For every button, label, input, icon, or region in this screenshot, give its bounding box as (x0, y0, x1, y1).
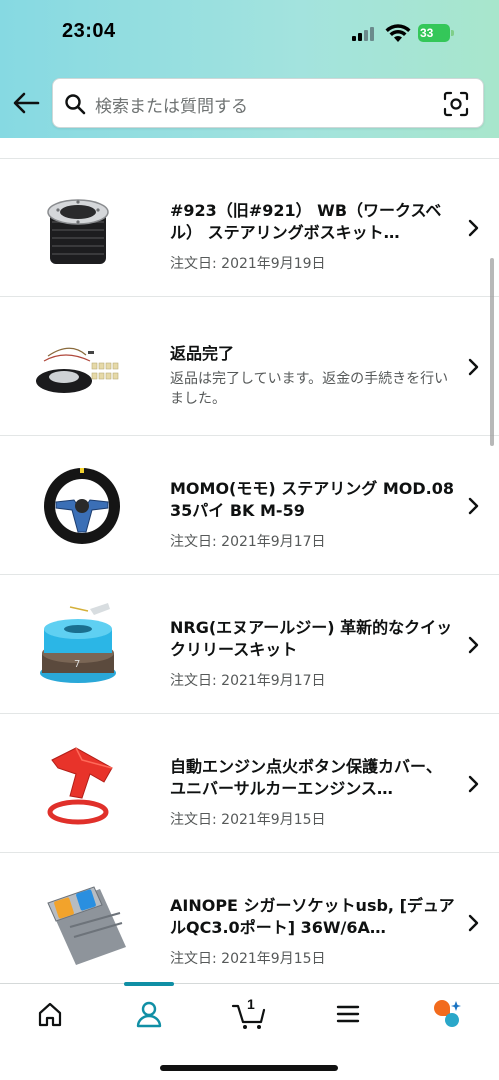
rufus-assistant-icon[interactable] (428, 998, 468, 1030)
home-icon[interactable] (30, 998, 70, 1030)
chevron-right-icon (468, 219, 479, 237)
product-thumbnail (36, 347, 119, 393)
order-item[interactable]: 7 NRG(エヌアールジー) 革新的なクイックリリースキット 注文日: 2021… (0, 575, 499, 714)
order-item[interactable]: AINOPE シガーソケットusb, [デュアルQC3.0ポート] 36W/6A… (0, 853, 499, 983)
order-title: #923（旧#921） WB（ワークスベル） ステアリングボスキット… (170, 201, 442, 242)
header: 23:04 33 検索または質問する (0, 0, 499, 138)
chevron-right-icon (468, 775, 479, 793)
product-thumbnail (47, 747, 113, 825)
wifi-icon (385, 24, 411, 42)
order-list: #923（旧#921） WB（ワークスベル） ステアリングボスキット… 注文日:… (0, 138, 499, 983)
chevron-right-icon (468, 358, 479, 376)
home-indicator (160, 1065, 338, 1071)
order-date: 注文日: 2021年9月19日 (170, 256, 326, 272)
battery-icon: 33 (418, 24, 454, 42)
svg-text:7: 7 (74, 659, 80, 670)
order-title: 返品完了 (170, 344, 235, 363)
menu-icon[interactable] (328, 998, 368, 1030)
camera-scan-icon[interactable] (443, 91, 469, 117)
order-date: 注文日: 2021年9月17日 (170, 673, 326, 689)
product-thumbnail (47, 199, 109, 264)
back-arrow-icon[interactable] (10, 88, 42, 118)
order-item[interactable]: MOMO(モモ) ステアリング MOD.08 35パイ BK M-59 注文日:… (0, 436, 499, 575)
active-tab-indicator (124, 982, 174, 986)
order-title: NRG(エヌアールジー) 革新的なクイックリリースキット (170, 618, 453, 659)
product-thumbnail (44, 468, 120, 544)
product-thumbnail: 7 (40, 603, 116, 683)
order-item[interactable]: #923（旧#921） WB（ワークスベル） ステアリングボスキット… 注文日:… (0, 158, 499, 297)
status-time: 23:04 (62, 20, 116, 42)
account-icon[interactable] (129, 998, 169, 1030)
chevron-right-icon (468, 914, 479, 932)
order-date: 注文日: 2021年9月15日 (170, 951, 326, 967)
order-date: 注文日: 2021年9月15日 (170, 812, 326, 828)
order-date: 注文日: 2021年9月17日 (170, 534, 326, 550)
cart-button[interactable]: 1 (229, 996, 269, 1030)
bottom-nav: 1 (0, 982, 499, 1080)
scrollbar[interactable] (490, 258, 494, 446)
chevron-right-icon (468, 636, 479, 654)
status-bar: 23:04 33 (0, 0, 499, 66)
cellular-signal-icon (352, 27, 380, 41)
search-input[interactable]: 検索または質問する (95, 92, 248, 117)
search-icon (65, 94, 86, 115)
order-title: 自動エンジン点火ボタン保護カバー、ユニバーサルカーエンジンス… (170, 757, 442, 798)
order-item[interactable]: 返品完了 返品は完了しています。返金の手続きを行いました。 (0, 297, 499, 436)
order-item[interactable]: 自動エンジン点火ボタン保護カバー、ユニバーサルカーエンジンス… 注文日: 202… (0, 714, 499, 853)
search-bar[interactable]: 検索または質問する (52, 78, 484, 128)
order-title: MOMO(モモ) ステアリング MOD.08 35パイ BK M-59 (170, 479, 454, 520)
battery-level: 33 (418, 24, 450, 42)
return-status: 返品は完了しています。返金の手続きを行いました。 (170, 371, 449, 407)
product-thumbnail (47, 886, 126, 965)
order-title: AINOPE シガーソケットusb, [デュアルQC3.0ポート] 36W/6A… (170, 896, 455, 937)
chevron-right-icon (468, 497, 479, 515)
cart-count: 1 (247, 996, 255, 1012)
